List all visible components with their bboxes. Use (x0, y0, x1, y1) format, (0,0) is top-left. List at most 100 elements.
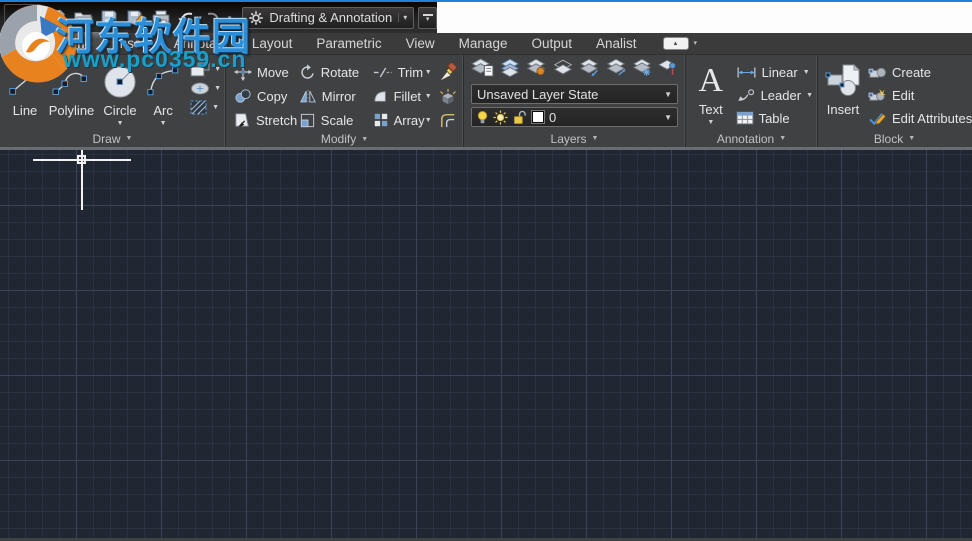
scale-button[interactable]: Scale (299, 112, 373, 129)
trim-button[interactable]: Trim (373, 65, 425, 80)
ribbon-minimize-caret[interactable]: ▾ (694, 39, 698, 47)
text-button[interactable]: A Text ▼ (694, 59, 728, 130)
layer-combo[interactable]: 0 ▼ (471, 107, 678, 127)
hatch-icon (190, 100, 207, 115)
fillet-flyout-caret[interactable]: ▼ (425, 93, 438, 100)
rectangle-flyout-button[interactable]: ▼ (189, 61, 221, 78)
tab-output[interactable]: Output (519, 32, 584, 54)
layer-previous-button[interactable] (657, 58, 678, 82)
edit-block-button[interactable]: Edit (868, 84, 972, 106)
panel-title-block[interactable]: Block ▼ (818, 130, 971, 147)
chevron-up-icon: ▲ (672, 40, 679, 47)
redo-history-caret[interactable]: ▾ (228, 14, 232, 22)
undo-history-caret[interactable]: ▾ (198, 14, 202, 22)
qat-customize-button[interactable]: ▾ (418, 6, 437, 29)
quick-access-toolbar: A ▾ ▾ ▾ Drafting & Annotation ▾ ▾ (0, 2, 437, 33)
chevron-down-icon: ▼ (664, 112, 672, 122)
open-folder-icon (74, 12, 93, 25)
panel-block: Insert Create Edit Edit Attributes Block… (818, 55, 972, 147)
offset-button[interactable] (437, 112, 459, 128)
table-button[interactable]: Table (736, 107, 813, 129)
undo-arrow-icon (178, 12, 193, 24)
arc-button[interactable]: Arc ▼ (144, 58, 182, 127)
copy-icon (235, 89, 251, 103)
drawing-canvas[interactable] (0, 150, 972, 538)
chevron-down-icon: ▾ (425, 15, 430, 23)
chevron-down-icon: ▾ (30, 14, 35, 22)
save-as-button[interactable] (123, 6, 147, 30)
fillet-button[interactable]: Fillet (373, 89, 425, 104)
stretch-button[interactable]: Stretch (234, 112, 299, 128)
open-file-button[interactable] (71, 6, 95, 30)
layer-unisolate-button[interactable] (552, 58, 574, 82)
erase-button[interactable] (437, 62, 459, 82)
layer-freeze-button[interactable] (578, 58, 600, 82)
panel-draw: Line Polyline Circle ▼ Arc ▼ ▼ ▼ ▼ Draw … (0, 55, 226, 147)
application-menu-button[interactable]: A ▾ (4, 4, 42, 31)
layer-isolate-button[interactable] (525, 58, 547, 82)
tab-home[interactable]: Home (44, 32, 105, 54)
panel-title-draw[interactable]: Draw ▼ (0, 130, 225, 147)
rotate-button[interactable]: Rotate (299, 63, 373, 81)
line-icon (9, 67, 41, 95)
tab-manage[interactable]: Manage (447, 32, 520, 54)
tab-insert[interactable]: Insert (104, 32, 162, 54)
layer-state-combo[interactable]: Unsaved Layer State ▼ (471, 84, 678, 104)
leader-button[interactable]: Leader ▼ (736, 84, 813, 106)
layer-sun-icon[interactable] (493, 109, 508, 125)
layer-color-swatch[interactable] (531, 110, 545, 124)
copy-button[interactable]: Copy (234, 88, 299, 104)
tab-analist[interactable]: Analist (584, 32, 649, 54)
plot-button[interactable] (149, 6, 173, 30)
flyout-caret-icon[interactable]: ▼ (117, 120, 124, 127)
array-button[interactable]: Array (373, 112, 425, 128)
edit-attributes-button[interactable]: Edit Attributes (868, 107, 972, 129)
workspace-switcher[interactable]: Drafting & Annotation ▾ (242, 6, 415, 29)
tab-layout[interactable]: Layout (240, 32, 305, 54)
layer-unlock-icon[interactable] (513, 110, 527, 125)
array-icon (374, 113, 387, 127)
flyout-caret-icon[interactable]: ▼ (707, 119, 714, 126)
edit-attributes-icon (869, 112, 886, 125)
insert-block-button[interactable]: Insert (824, 59, 862, 130)
explode-button[interactable] (437, 88, 459, 105)
layer-lock-button[interactable] (631, 58, 653, 82)
panel-title-annotation[interactable]: Annotation ▼ (686, 130, 817, 147)
chevron-down-icon: ▾ (398, 13, 407, 22)
layer-on-bulb-icon[interactable] (477, 110, 488, 125)
panel-title-layers[interactable]: Layers ▼ (464, 130, 685, 147)
mirror-button[interactable]: Mirror (299, 89, 373, 104)
create-block-button[interactable]: Create (868, 61, 972, 83)
tab-view[interactable]: View (394, 32, 447, 54)
array-flyout-caret[interactable]: ▼ (425, 117, 438, 124)
panel-layers: Unsaved Layer State ▼ 0 ▼ Layers ▼ (464, 55, 686, 147)
hatch-flyout-button[interactable]: ▼ (189, 99, 221, 116)
layer-freeze-icon (580, 58, 599, 77)
tab-parametric[interactable]: Parametric (304, 32, 393, 54)
tab-annotate[interactable]: Annotate (162, 32, 240, 54)
undo-button[interactable] (175, 6, 195, 30)
ribbon-minimize-button[interactable]: ▲ (662, 37, 689, 50)
move-button[interactable]: Move (234, 63, 299, 81)
printer-icon (152, 10, 170, 25)
line-button[interactable]: Line (6, 58, 44, 118)
polyline-button[interactable]: Polyline (47, 58, 96, 118)
new-file-button[interactable] (45, 6, 69, 30)
layer-thaw-button[interactable] (605, 58, 627, 82)
redo-button[interactable] (205, 6, 225, 30)
layer-pin-icon (657, 59, 677, 75)
circle-button[interactable]: Circle ▼ (99, 58, 141, 127)
save-as-icon (127, 10, 144, 25)
save-button[interactable] (97, 6, 121, 30)
trim-flyout-caret[interactable]: ▼ (425, 69, 438, 76)
layer-off-button[interactable] (499, 58, 521, 82)
autocad-window: A ▾ ▾ ▾ Drafting & Annotation ▾ ▾ Home I… (0, 0, 972, 541)
fillet-icon (374, 91, 386, 102)
layer-properties-button[interactable] (471, 58, 494, 82)
ellipse-flyout-button[interactable]: ▼ (189, 81, 221, 96)
linear-dimension-button[interactable]: Linear ▼ (736, 61, 813, 83)
layer-isolate-icon (526, 58, 546, 76)
flyout-caret-icon[interactable]: ▼ (160, 120, 167, 127)
trim-icon (373, 67, 392, 77)
panel-title-modify[interactable]: Modify ▼ (226, 131, 463, 147)
